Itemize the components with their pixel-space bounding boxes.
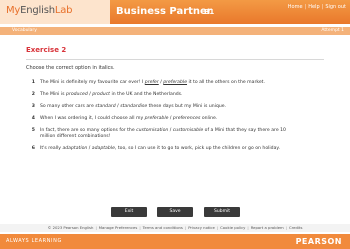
- question-number: 3: [31, 104, 35, 109]
- exercise-instruction: Choose the correct option in italics.: [26, 65, 115, 71]
- separator: |: [304, 4, 307, 10]
- option-b[interactable]: adaptable: [92, 146, 115, 151]
- report-problem-link[interactable]: Report a problem: [251, 225, 284, 230]
- credits-link[interactable]: Credits: [289, 225, 302, 230]
- top-header: MyEnglishLab Business Partner B1 Home | …: [0, 0, 350, 24]
- question-item: 3 So many other cars are standard / stan…: [26, 104, 324, 110]
- question-text: When I was ordering it, I could choose a…: [40, 116, 324, 122]
- cookie-policy-link[interactable]: Cookie policy: [220, 225, 245, 230]
- option-a[interactable]: adaptation: [62, 146, 87, 151]
- text-before: The Mini is: [40, 92, 67, 97]
- submit-button[interactable]: Submit: [204, 207, 240, 217]
- pearson-logo: PEARSON: [295, 237, 342, 246]
- question-text: The Mini is definitely my favourite car …: [40, 80, 324, 86]
- question-text: In fact, there are so many options for t…: [40, 128, 324, 140]
- question-text: The Mini is produced / product in the UK…: [40, 92, 324, 98]
- text-after: , too, so I can use it to go to work, pi…: [114, 146, 280, 151]
- question-number: 5: [31, 128, 35, 133]
- text-before: When I was ordering it, I could choose a…: [40, 116, 145, 121]
- question-number: 6: [31, 146, 35, 151]
- help-link[interactable]: Help: [308, 4, 319, 10]
- product-title: Business Partner: [116, 6, 212, 17]
- option-b[interactable]: customisable: [173, 128, 203, 133]
- text-after: these days but my Mini is unique.: [147, 104, 227, 109]
- exit-button[interactable]: Exit: [111, 207, 147, 217]
- attempt-label: Attempt 1: [321, 28, 344, 33]
- myenglishlab-logo[interactable]: MyEnglishLab: [6, 5, 73, 16]
- question-text: So many other cars are standard / standa…: [40, 104, 324, 110]
- top-links: Home | Help | Sign out: [288, 4, 346, 10]
- divider: [26, 59, 324, 60]
- text-before: In fact, there are so many options for t…: [40, 128, 137, 133]
- option-a[interactable]: prefer: [145, 80, 159, 85]
- brand-my: My: [6, 5, 21, 16]
- action-bar: Exit Save Submit: [0, 207, 350, 219]
- terms-link[interactable]: Terms and conditions: [143, 225, 183, 230]
- question-number: 4: [31, 116, 35, 121]
- option-b[interactable]: preferable: [163, 80, 187, 85]
- question-item: 4 When I was ordering it, I could choose…: [26, 116, 324, 122]
- question-list: 1 The Mini is definitely my favourite ca…: [26, 80, 324, 152]
- option-b[interactable]: product: [92, 92, 110, 97]
- footer-links: © 2023 Pearson English | Manage Preference…: [0, 224, 350, 232]
- sub-header: Vocabulary Attempt 1: [0, 27, 350, 35]
- option-b[interactable]: standardise: [120, 104, 147, 109]
- option-b[interactable]: preferences: [173, 116, 200, 121]
- question-text: It's really adaptation / adaptable, too,…: [40, 146, 324, 152]
- level-badge: B1: [204, 8, 215, 16]
- exercise-title: Exercise 2: [26, 46, 67, 54]
- sign-out-link[interactable]: Sign out: [325, 4, 346, 10]
- option-a[interactable]: produced: [66, 92, 88, 97]
- tagline: ALWAYS LEARNING: [6, 238, 62, 244]
- question-item: 5 In fact, there are so many options for…: [26, 128, 324, 140]
- option-a[interactable]: customisation: [136, 128, 168, 133]
- text-before: The Mini is definitely my favourite car …: [40, 80, 145, 85]
- exercise-content: Exercise 2 Choose the correct option in …: [0, 38, 350, 203]
- save-button[interactable]: Save: [157, 207, 193, 217]
- text-after: in the UK and the Netherlands.: [110, 92, 183, 97]
- question-item: 2 The Mini is produced / product in the …: [26, 92, 324, 98]
- question-item: 6 It's really adaptation / adaptable, to…: [26, 146, 324, 152]
- bottom-bar: ALWAYS LEARNING PEARSON: [0, 234, 350, 249]
- copyright-text: © 2023 Pearson English: [47, 225, 94, 230]
- text-after: it to all the others on the market.: [187, 80, 265, 85]
- manage-preferences-link[interactable]: Manage Preferences: [99, 225, 138, 230]
- question-number: 1: [31, 80, 35, 85]
- brand-english: English: [20, 5, 55, 16]
- brand-area: MyEnglishLab: [0, 0, 110, 24]
- option-a[interactable]: standard: [95, 104, 115, 109]
- section-label: Vocabulary: [12, 28, 37, 33]
- question-item: 1 The Mini is definitely my favourite ca…: [26, 80, 324, 86]
- text-before: So many other cars are: [40, 104, 96, 109]
- option-a[interactable]: preferable: [145, 116, 169, 121]
- text-after: online.: [200, 116, 218, 121]
- separator: |: [321, 4, 324, 10]
- home-link[interactable]: Home: [288, 4, 303, 10]
- text-before: It's really: [40, 146, 63, 151]
- brand-lab: Lab: [54, 5, 73, 16]
- question-number: 2: [31, 92, 35, 97]
- privacy-link[interactable]: Privacy notice: [188, 225, 215, 230]
